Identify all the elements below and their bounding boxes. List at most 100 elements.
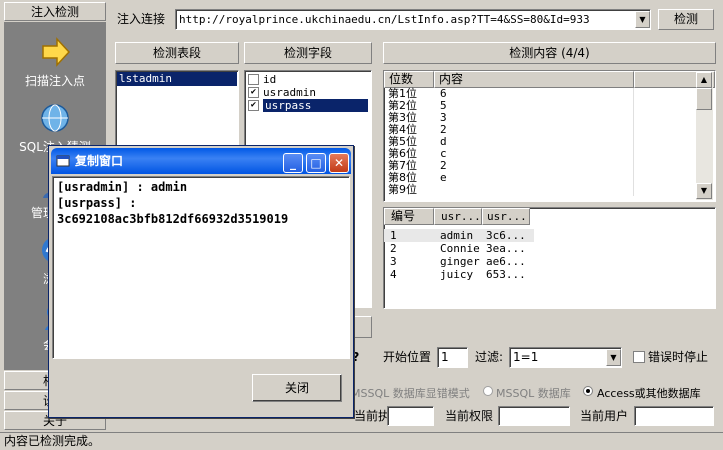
- current-user-field[interactable]: [634, 406, 714, 426]
- field-item[interactable]: id: [248, 73, 368, 86]
- column-header[interactable]: 编号: [384, 208, 434, 225]
- table-cell: 第9位: [388, 183, 417, 196]
- status-bar: 内容已检测完成。: [0, 432, 723, 450]
- table-row[interactable]: 第8位 e: [384, 172, 715, 184]
- radio-access[interactable]: [583, 386, 593, 396]
- table-cell: 3ea...: [486, 242, 526, 255]
- position-rows: 第1位 6 第2位 5 第3位 3 第4位 2 第5位 d 第6位 c 第7位 2 第8位 e 第9位: [384, 88, 715, 196]
- detect-button[interactable]: 检测: [658, 9, 714, 30]
- scroll-thumb[interactable]: [696, 88, 712, 110]
- table-cell: 653...: [486, 268, 526, 281]
- tables-header: 检测表段: [115, 42, 239, 64]
- table-row[interactable]: 1 admin 3c6...: [384, 229, 534, 242]
- sidebar-item-label: 扫描注入点: [24, 74, 85, 88]
- table-cell: 1: [390, 229, 397, 242]
- table-row[interactable]: 第9位: [384, 184, 715, 196]
- column-header[interactable]: usr...: [482, 208, 530, 225]
- column-header[interactable]: 位数: [384, 71, 434, 88]
- table-cell: ae6...: [486, 255, 526, 268]
- radio-dot: [586, 389, 590, 393]
- table-cell: e: [434, 172, 634, 184]
- radio-access-label[interactable]: Access或其他数据库: [597, 385, 701, 401]
- vertical-scrollbar[interactable]: ▲ ▼: [696, 72, 713, 200]
- radio-mssql-error-label[interactable]: MSSQL 数据库显错模式: [351, 385, 470, 401]
- table-row[interactable]: 2 Connie 3ea...: [384, 242, 715, 255]
- dialog-close-button[interactable]: 关闭: [252, 374, 342, 402]
- maximize-button[interactable]: □: [306, 153, 326, 173]
- table-cell: 6: [434, 88, 634, 100]
- table-cell: Connie: [440, 242, 480, 255]
- dialog-line: [usradmin] : admin: [57, 180, 188, 194]
- table-row[interactable]: 第6位 c: [384, 148, 715, 160]
- table-row[interactable]: 第3位 3: [384, 112, 715, 124]
- url-input[interactable]: http://royalprince.ukchinaedu.cn/LstInfo…: [175, 9, 651, 30]
- dialog-textarea[interactable]: [usradmin] : admin [usrpass] : 3c692108a…: [52, 176, 350, 359]
- current-perm-label: 当前权限: [445, 409, 494, 423]
- url-dropdown-button[interactable]: ▼: [635, 11, 650, 28]
- result-rows: 1 admin 3c6... 2 Connie 3ea... 3 ginger ae6... 4 j…: [384, 229, 715, 281]
- table-cell: 3: [390, 255, 397, 268]
- table-cell: 2: [434, 160, 634, 172]
- stop-on-error-checkbox[interactable]: [633, 351, 645, 363]
- table-cell: 2: [390, 242, 397, 255]
- dialog-line: [usrpass] :: [57, 196, 137, 210]
- field-label: id: [263, 73, 277, 86]
- filter-label: 过滤:: [475, 350, 504, 364]
- url-label: 注入连接: [117, 12, 166, 26]
- dialog-title: 复制窗口: [75, 154, 124, 168]
- radio-mssql-label[interactable]: MSSQL 数据库: [496, 385, 571, 401]
- table-row[interactable]: 第7位 2: [384, 160, 715, 172]
- table-cell: c: [434, 148, 634, 160]
- fields-header: 检测字段: [244, 42, 372, 64]
- checkbox[interactable]: [248, 74, 259, 85]
- result-table[interactable]: 编号 usr... usr... 1 admin 3c6... 2 Connie 3ea.…: [383, 207, 716, 309]
- table-header-row: 位数 内容: [384, 71, 715, 88]
- table-row[interactable]: 3 ginger ae6...: [384, 255, 715, 268]
- arrow-right-icon: [42, 37, 71, 67]
- table-cell: 3c6...: [486, 229, 526, 242]
- column-header[interactable]: 内容: [434, 71, 634, 88]
- dialog-line: 3c692108ac3bfb812df66932d3519019: [57, 212, 289, 226]
- field-label: usradmin: [263, 86, 316, 99]
- dialog-titlebar[interactable]: 复制窗口 _ □ ✕: [51, 148, 351, 174]
- current-user-label: 当前用户: [580, 409, 629, 423]
- maximize-icon: □: [310, 156, 322, 170]
- checkbox-checked[interactable]: ✔: [248, 87, 259, 98]
- table-header-row: 编号 usr... usr...: [384, 208, 715, 225]
- checkbox-checked[interactable]: ✔: [248, 100, 259, 111]
- current-perm-field[interactable]: [498, 406, 570, 426]
- position-table[interactable]: 位数 内容 第1位 6 第2位 5 第3位 3 第4位 2 第5位 d 第6位 c 第7位 2 第8位 e 第9…: [383, 70, 716, 202]
- globe-icon: [41, 104, 69, 132]
- filter-dropdown-button[interactable]: ▼: [606, 349, 621, 366]
- current-exec-field[interactable]: [387, 406, 434, 426]
- minimize-button[interactable]: _: [283, 153, 303, 173]
- scroll-down-button[interactable]: ▼: [696, 183, 712, 199]
- field-item[interactable]: ✔ usrpass: [248, 99, 368, 112]
- field-item[interactable]: ✔ usradmin: [248, 86, 368, 99]
- table-cell: [434, 184, 634, 196]
- close-window-button[interactable]: ✕: [329, 153, 349, 173]
- start-position-label: 开始位置: [383, 350, 432, 364]
- scroll-up-button[interactable]: ▲: [696, 72, 712, 88]
- table-row[interactable]: 第5位 d: [384, 136, 715, 148]
- column-header[interactable]: usr...: [434, 208, 482, 225]
- minimize-icon: _: [290, 156, 296, 170]
- chevron-down-icon: ▼: [610, 353, 617, 362]
- list-item[interactable]: lstadmin: [117, 72, 237, 86]
- copy-dialog: 复制窗口 _ □ ✕ [usradmin] : admin [usrpass] …: [48, 145, 354, 418]
- table-row[interactable]: 第4位 2: [384, 124, 715, 136]
- stop-on-error-label: 错误时停止: [648, 350, 709, 364]
- sidebar-tab-inject[interactable]: 注入检测: [4, 2, 106, 21]
- field-label: usrpass: [263, 99, 368, 112]
- chevron-down-icon: ▼: [639, 15, 646, 24]
- table-cell: juicy: [440, 268, 474, 281]
- start-position-input[interactable]: 1: [437, 347, 468, 368]
- table-cell: 2: [434, 124, 634, 136]
- table-row[interactable]: 第1位 6: [384, 88, 715, 100]
- table-row[interactable]: 第2位 5: [384, 100, 715, 112]
- table-cell: 5: [434, 100, 634, 112]
- table-row[interactable]: 4 juicy 653...: [384, 268, 715, 281]
- table-cell: 4: [390, 268, 397, 281]
- radio-mssql[interactable]: [483, 386, 493, 396]
- sidebar-item-scan[interactable]: 扫描注入点: [4, 36, 106, 89]
